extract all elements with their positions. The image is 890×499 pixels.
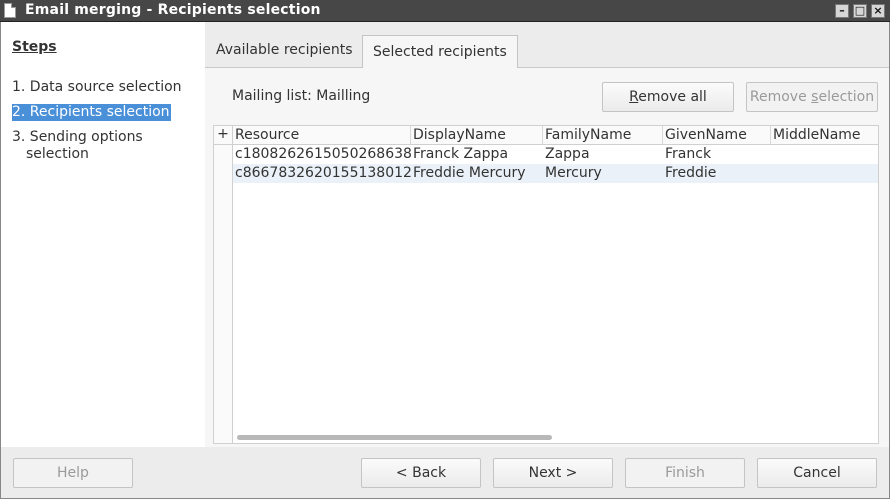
tab-selected-recipients[interactable]: Selected recipients: [362, 35, 518, 69]
steps-panel: Steps 1. Data source selection 2. Recipi…: [0, 22, 205, 447]
cell-resource: c1808262615050268638: [235, 146, 412, 162]
row-header-gutter: [214, 145, 233, 443]
cancel-button[interactable]: Cancel: [757, 458, 877, 488]
mailing-list-label: Mailing list: Mailling: [232, 88, 371, 104]
tab-bar: Available recipients Selected recipients: [205, 22, 890, 69]
finish-button[interactable]: Finish: [625, 458, 745, 488]
remove-selection-button[interactable]: Remove selection: [746, 82, 878, 112]
column-header-displayname[interactable]: DisplayName: [411, 126, 543, 145]
back-button[interactable]: < Back: [361, 458, 481, 488]
column-header-resource[interactable]: Resource: [233, 126, 411, 145]
remove-all-button[interactable]: Remove all: [602, 82, 734, 112]
steps-heading: Steps: [12, 39, 57, 55]
cell-familyname: Zappa: [545, 146, 590, 162]
horizontal-scrollbar[interactable]: [237, 435, 552, 440]
cell-givenname: Freddie: [665, 165, 717, 181]
document-icon: [4, 3, 16, 18]
minimize-button[interactable]: –: [835, 4, 849, 18]
next-button[interactable]: Next >: [493, 458, 613, 488]
remove-selection-label-rest: election: [818, 89, 875, 105]
recipients-table: + Resource DisplayName FamilyName GivenN…: [213, 125, 879, 444]
cell-displayname: Franck Zappa: [413, 146, 509, 162]
tab-available-recipients[interactable]: Available recipients: [206, 34, 363, 68]
maximize-button[interactable]: □: [853, 4, 867, 18]
column-header-familyname[interactable]: FamilyName: [543, 126, 663, 145]
close-button[interactable]: ×: [871, 4, 885, 18]
step-recipients-selection[interactable]: 2. Recipients selection: [12, 104, 171, 121]
window-border-left: [0, 22, 1, 499]
remove-selection-label-prefix: Remove: [749, 89, 812, 105]
column-header-middlename[interactable]: MiddleName: [771, 126, 878, 145]
main-area: Available recipients Selected recipients…: [205, 22, 890, 447]
help-button[interactable]: Help: [13, 458, 133, 488]
dialog-footer: Help < Back Next > Finish Cancel: [0, 447, 890, 499]
remove-all-label: emove all: [638, 89, 707, 105]
cell-givenname: Franck: [665, 146, 712, 162]
step-sending-options-line1: 3. Sending options: [12, 129, 143, 145]
table-row[interactable]: c1808262615050268638 Franck Zappa Zappa …: [233, 145, 878, 164]
column-header-givenname[interactable]: GivenName: [663, 126, 771, 145]
window-title: Email merging - Recipients selection: [25, 2, 321, 18]
table-row[interactable]: c8667832620155138012 Freddie Mercury Mer…: [233, 164, 878, 183]
cell-middlename: [771, 145, 773, 164]
step-data-source[interactable]: 1. Data source selection: [12, 79, 182, 96]
cell-middlename: [771, 164, 773, 183]
step-sending-options[interactable]: 3. Sending options selection: [12, 129, 143, 163]
add-column-button[interactable]: +: [214, 126, 233, 145]
cell-resource: c8667832620155138012: [235, 165, 412, 181]
remove-all-mnemonic: R: [629, 89, 639, 105]
cell-displayname: Freddie Mercury: [413, 165, 526, 181]
tab-content: Mailing list: Mailling Remove all Remove…: [205, 68, 890, 447]
cell-familyname: Mercury: [545, 165, 602, 181]
step-sending-options-line2: selection: [26, 146, 89, 162]
window-titlebar: Email merging - Recipients selection – □…: [0, 0, 890, 22]
